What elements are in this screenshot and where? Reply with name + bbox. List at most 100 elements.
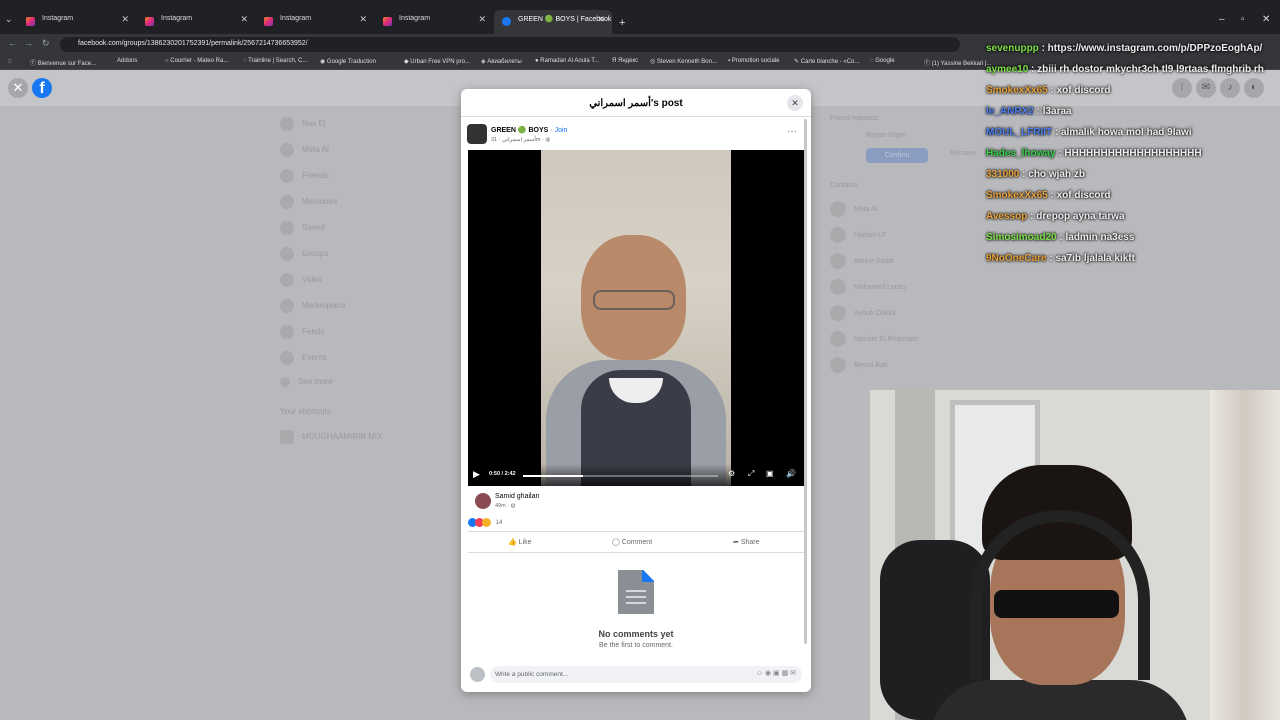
sidebar-item-events[interactable]: Events [280,351,326,365]
bookmark-item[interactable]: ◎ Steven Kenneth Bon... [650,58,717,65]
sidebar-item-marketplace[interactable]: Marketplace [280,299,346,313]
chat-text: : sa7ib ljalala kikft [1049,253,1135,264]
contact-item[interactable]: Amine Saadi [830,253,894,269]
contact-item[interactable]: Beyza Bali [830,357,887,373]
bookmark-item[interactable]: ✎ Carte blanche - «Co... [794,58,859,65]
minimize-icon[interactable]: – [1219,14,1225,25]
play-icon[interactable]: ▶ [473,469,480,480]
chat-username: Simosimoad20 [986,232,1057,243]
close-icon[interactable]: ✕ [8,78,28,98]
friend-request-name[interactable]: Rayan Najmi [866,132,906,139]
chat-text: : xof discord [1050,190,1111,201]
video-progress-bar[interactable] [523,475,718,477]
share-button[interactable]: ➦ Share [733,538,760,546]
bookmark-item[interactable]: ◌ Google [870,58,895,64]
video-author: Samid ghailan 49m · ◍ [475,491,805,515]
back-icon[interactable]: ← [8,38,17,48]
sidebar-item-memories[interactable]: Memories [280,195,337,209]
apps-icon[interactable]: ⁝⁝ [8,58,12,65]
friend-requests-heading: Friend requests [830,115,879,122]
sidebar-item-video[interactable]: Video [280,273,322,287]
close-tab-icon[interactable]: ✕ [359,14,367,25]
bookmark-item[interactable]: ▪ Promotion sociale [728,58,780,64]
chat-text: : l3araa [1036,106,1072,117]
chat-message: sevenuppp : https://www.instagram.com/p/… [986,43,1262,54]
sidebar-item-groups[interactable]: Groups [280,247,328,261]
instagram-icon [26,17,35,26]
like-button[interactable]: 👍 Like [508,538,532,546]
close-window-icon[interactable]: ✕ [1262,14,1270,25]
comment-button[interactable]: ◯ Comment [612,538,652,546]
close-tab-icon[interactable]: ✕ [240,14,248,25]
forward-icon[interactable]: → [24,38,33,48]
contact-item[interactable]: Nassim El Rhannam [830,331,918,347]
chat-username: SmokexXx65 [986,85,1048,96]
join-button[interactable]: · Join [550,127,567,134]
comment-tools-icons[interactable]: ☺ ◉ ▣ ▦ ✉ [756,669,796,677]
chat-message: 9NoOneCare : sa7ib ljalala kikft [986,253,1135,264]
contact-item[interactable]: Meta AI [830,201,878,217]
tab-instagram-3[interactable]: Instagram ✕ [256,10,374,34]
settings-icon[interactable]: ⚙ [728,469,735,478]
shortcut-item[interactable]: MOUGHAAMIRIN MIX [280,430,382,444]
contact-item[interactable]: Mohamed Louizy [830,279,907,295]
close-tab-icon[interactable]: ✕ [121,14,129,25]
remove-button[interactable]: Remove [950,150,976,157]
contact-item[interactable]: Haitam LF [830,227,886,243]
chat-username: SmokexXx65 [986,190,1048,201]
video-player[interactable]: ▶ 0:50 / 2:42 ⚙ ⤢ ▣ 🔊 [468,150,805,486]
close-tab-icon[interactable]: ✕ [478,14,486,25]
sidebar-item-friends[interactable]: Friends [280,169,329,183]
chat-message: MOUL_LFRIIT : almalik howa mol had 9lawi [986,127,1192,138]
volume-icon[interactable]: 🔊 [786,469,796,478]
sidebar-item-feeds[interactable]: Feeds [280,325,324,339]
fullscreen-icon[interactable]: ⤢ [748,469,754,479]
sidebar-item-profile[interactable]: Nas El [280,117,326,131]
user-avatar [470,667,485,682]
author-name[interactable]: Samid ghailan [495,493,539,500]
sidebar-item-saved[interactable]: Saved [280,221,325,235]
bookmark-item[interactable]: ⓕ Bienvenue sur Face... [30,58,96,67]
new-tab-button[interactable]: + [613,12,633,36]
facebook-logo-icon[interactable]: f [32,78,52,98]
bookmark-item[interactable]: ◌ Trainline | Search, C... [243,58,307,64]
chat-text: : almalik howa mol had 9lawi [1054,127,1192,138]
bookmark-item[interactable]: ○ Courrier - Mateo Ra... [165,58,228,64]
bookmark-item[interactable]: Я Яндекс [612,58,638,64]
tab-instagram-4[interactable]: Instagram ✕ [375,10,493,34]
close-tab-icon[interactable]: ✕ [597,14,605,25]
confirm-button[interactable]: Confirm [866,148,928,163]
url-field[interactable]: facebook.com/groups/1386230201752391/per… [60,37,960,52]
reactions-summary[interactable]: 14 [468,518,502,527]
tab-instagram-1[interactable]: Instagram ✕ [18,10,136,34]
tab-facebook-group[interactable]: GREEN 🟢 BOYS | Facebook ✕ [494,10,612,34]
bookmark-item[interactable]: ● Ramadan Al Aoula T... [535,58,599,64]
instagram-icon [383,17,392,26]
tab-search-button[interactable]: ⌄ [5,14,13,25]
modal-scrollbar[interactable] [804,119,807,644]
pip-icon[interactable]: ▣ [766,469,774,478]
haha-reaction-icon [482,518,491,527]
tab-instagram-2[interactable]: Instagram ✕ [137,10,255,34]
bookmark-item[interactable]: ◆ Urban Free VPN pro... [404,58,470,65]
tab-label: Instagram [399,15,431,22]
chat-text: : HHHHHHHHHHHHHHHHHHH [1058,148,1202,159]
bookmark-item[interactable]: Addons [117,58,137,64]
reload-icon[interactable]: ↻ [42,38,50,49]
bookmark-item[interactable]: ◈ Авиабилеты [481,58,522,65]
comment-input[interactable]: Write a public comment... ☺ ◉ ▣ ▦ ✉ [490,666,802,683]
facebook-icon [502,17,511,26]
more-options-icon[interactable]: ··· [787,126,797,137]
group-avatar[interactable] [467,124,487,144]
close-modal-button[interactable]: ✕ [787,95,803,111]
sidebar-item-meta-ai[interactable]: Meta AI [280,143,329,157]
contact-item[interactable]: Ayoub Oukila [830,305,896,321]
sidebar-see-more[interactable]: See more [280,377,333,387]
chat-message: SmokexXx65 : xof discord [986,85,1111,96]
maximize-icon[interactable]: ▫ [1241,14,1245,25]
bookmark-item[interactable]: ◉ Google Traduction [320,58,376,65]
chat-message: 331000 : cho wjah zb [986,169,1085,180]
screen: ⌄ Instagram ✕ Instagram ✕ Instagram ✕ Insta… [0,0,1280,720]
author-avatar[interactable] [475,493,491,509]
group-name[interactable]: GREEN 🟢 BOYS · Join [491,126,567,134]
